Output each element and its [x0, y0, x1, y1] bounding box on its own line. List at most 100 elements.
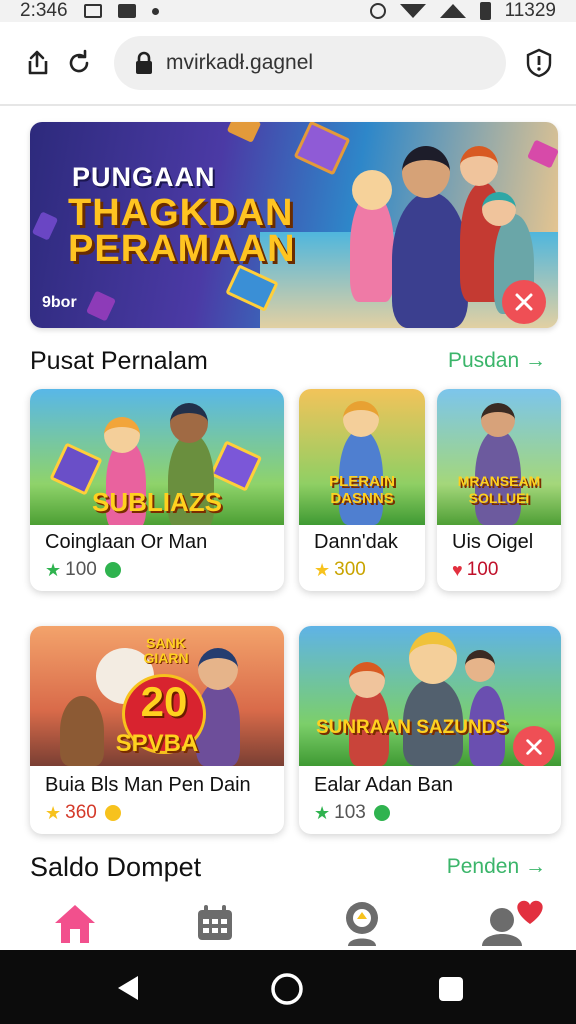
hero-tag: 9bor — [42, 294, 77, 311]
star-icon: ★ — [314, 802, 331, 823]
game-art: SANK GIARN 20 SPVBA — [30, 626, 284, 766]
game-rating: ★ 103 — [314, 802, 390, 824]
character-head — [170, 403, 208, 443]
character-boy — [392, 192, 468, 328]
home-nav-button[interactable] — [270, 972, 304, 1011]
game-rating: ★ 360 — [45, 802, 121, 824]
character-head — [402, 146, 450, 198]
tab-home[interactable] — [50, 898, 100, 948]
gem-decoration — [209, 440, 263, 492]
url-bar[interactable]: mvirkadł.gagnel — [114, 36, 506, 90]
game-art-badge: SANK GIARN — [143, 635, 189, 666]
game-rating: ♥ 100 — [452, 559, 498, 581]
star-icon: ★ — [45, 559, 62, 580]
game-name: Coinglaan Or Man — [45, 531, 208, 553]
notification-icon — [83, 4, 102, 18]
game-art-title: PLERAIN DASNNS — [329, 473, 395, 507]
tab-profile[interactable] — [478, 898, 548, 948]
bottom-tab-bar — [0, 890, 576, 950]
browser-toolbar: mvirkadł.gagnel — [0, 22, 576, 106]
popular-section-header: Pusat Pernalam Pusdan → — [30, 344, 546, 378]
section-title: Saldo Dompet — [30, 851, 202, 882]
rating-value: 300 — [334, 559, 366, 580]
game-art-title: MRANSEAM SOLLUEI — [457, 473, 541, 506]
card-close-button[interactable] — [513, 726, 555, 766]
see-all-link[interactable]: Penden → — [447, 855, 546, 879]
back-icon — [118, 976, 138, 1000]
character-head — [460, 146, 498, 186]
gem-decoration — [226, 122, 262, 143]
game-art: SUNRAAN SAZUNDS — [299, 626, 561, 766]
character-head — [465, 650, 495, 682]
recents-icon — [439, 977, 463, 1001]
back-button[interactable] — [116, 974, 140, 1007]
game-art-title: SPVBA — [115, 730, 199, 757]
character-head — [481, 403, 515, 437]
recents-button[interactable] — [438, 976, 464, 1007]
alarm-icon — [369, 3, 386, 19]
tab-search[interactable] — [338, 898, 388, 948]
gem-decoration — [293, 122, 351, 176]
profile-heart-icon — [482, 900, 543, 946]
game-art: SUBLIAZS — [30, 389, 284, 525]
game-card[interactable]: MRANSEAM SOLLUEI Uis Oigel ♥ 100 — [437, 389, 561, 591]
gem-decoration — [526, 139, 558, 169]
hero-banner[interactable]: PUNGAAN THAGKDAN PERAMAAN 9bor — [30, 122, 558, 328]
status-right-text: 11329 — [504, 0, 556, 21]
game-art: MRANSEAM SOLLUEI — [437, 389, 561, 525]
character-head — [343, 401, 379, 437]
gem-decoration — [85, 290, 117, 322]
game-art: PLERAIN DASNNS — [299, 389, 425, 525]
coin-icon — [373, 805, 390, 821]
dot-icon — [151, 7, 159, 15]
see-all-link[interactable]: Pusdan → — [448, 349, 546, 373]
game-name: Dann'dak — [314, 531, 398, 553]
wifi-icon — [399, 4, 426, 18]
character-head — [104, 417, 140, 453]
search-game-icon — [346, 902, 378, 946]
message-icon — [117, 4, 136, 18]
share-icon[interactable] — [20, 46, 54, 80]
hero-close-button[interactable] — [502, 280, 546, 324]
game-art-title: SUBLIAZS — [92, 487, 222, 517]
lock-icon — [136, 51, 152, 74]
status-time: 2:346 — [20, 0, 68, 21]
close-icon — [526, 739, 542, 755]
rating-value: 360 — [65, 802, 97, 823]
coin-icon — [104, 562, 121, 578]
section-title: Pusat Pernalam — [30, 346, 208, 375]
game-card[interactable]: SUBLIAZS Coinglaan Or Man ★ 100 — [30, 389, 284, 591]
game-card[interactable]: SANK GIARN 20 SPVBA Buia Bls Man Pen Dai… — [30, 626, 284, 834]
game-card[interactable]: SUNRAAN SAZUNDS Ealar Adan Ban ★ 103 — [299, 626, 561, 834]
wallet-section-header: Saldo Dompet Penden → — [30, 850, 546, 884]
star-icon: ★ — [314, 559, 331, 580]
game-card[interactable]: PLERAIN DASNNS Dann'dak ★ 300 — [299, 389, 425, 591]
home-icon — [55, 905, 95, 943]
character-head — [352, 170, 392, 210]
heart-icon: ♥ — [452, 559, 463, 580]
battery-icon — [479, 2, 491, 20]
url-text: mvirkadł.gagnel — [166, 51, 314, 74]
hero-title-line1: PUNGAAN — [72, 162, 216, 192]
character-head — [482, 192, 516, 226]
game-name: Buia Bls Man Pen Dain — [45, 774, 251, 796]
info-icon[interactable] — [522, 46, 556, 80]
home-circle-icon — [271, 973, 303, 1005]
hero-title-line3: PERAMAAN — [68, 228, 296, 270]
character-head — [409, 632, 457, 684]
reload-icon[interactable] — [62, 46, 96, 80]
game-art-title: SUNRAAN SAZUNDS — [315, 717, 509, 738]
system-nav-bar — [0, 950, 576, 1024]
coin-icon — [104, 805, 121, 821]
calendar-icon — [198, 905, 232, 940]
rating-value: 103 — [334, 802, 366, 823]
game-name: Uis Oigel — [452, 531, 534, 553]
game-rating: ★ 100 — [45, 559, 121, 581]
close-icon — [515, 293, 533, 311]
tab-calendar[interactable] — [190, 898, 240, 948]
star-icon: ★ — [45, 802, 62, 823]
rating-value: 100 — [65, 559, 97, 580]
status-bar: 2:346 11329 — [0, 0, 576, 22]
game-name: Ealar Adan Ban — [314, 774, 453, 796]
gem-decoration — [31, 211, 59, 241]
